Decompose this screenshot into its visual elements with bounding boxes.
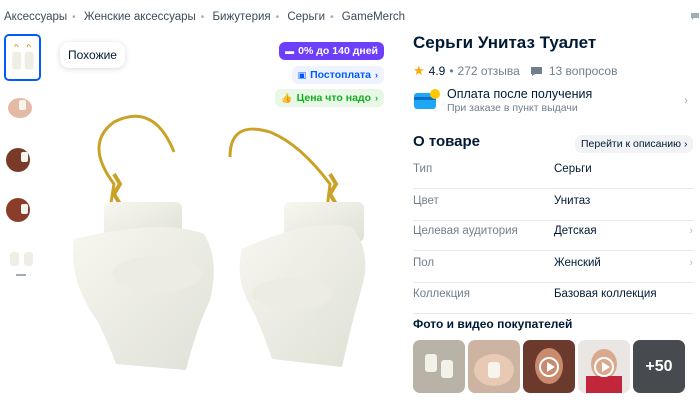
- spec-value: Базовая коллекция: [554, 288, 657, 300]
- similar-button[interactable]: Похожие: [60, 42, 125, 68]
- go-to-description-label: Перейти к описанию: [581, 138, 682, 150]
- installment-badge[interactable]: ▬ 0% до 140 дней: [279, 42, 384, 60]
- customer-video[interactable]: [578, 340, 630, 393]
- thumbnail-2[interactable]: [4, 84, 41, 131]
- payment-subtitle: При заказе в пункт выдачи: [447, 102, 578, 114]
- star-icon: ★: [413, 63, 425, 78]
- chevron-right-icon: ›: [689, 257, 693, 269]
- thumbnail-list: [4, 34, 42, 284]
- about-heading: О товаре: [413, 133, 481, 150]
- customer-photo[interactable]: [468, 340, 520, 393]
- customer-video[interactable]: [523, 340, 575, 393]
- good-price-badge[interactable]: 👍 Цена что надо ›: [275, 89, 384, 107]
- chevron-right-icon: ›: [683, 138, 688, 150]
- rating-separator: •: [449, 64, 454, 78]
- breadcrumb-item[interactable]: GameMerch: [342, 11, 405, 23]
- spec-row-collection: Коллекция Базовая коллекция: [413, 282, 693, 314]
- thumbnail-3[interactable]: [4, 134, 41, 181]
- breadcrumb-item[interactable]: Женские аксессуары: [84, 11, 196, 23]
- chevron-right-icon: ›: [375, 93, 378, 103]
- reviews-link[interactable]: 272 отзыва: [458, 64, 520, 78]
- breadcrumb-item[interactable]: Бижутерия: [213, 11, 271, 23]
- breadcrumb-separator: •: [200, 12, 205, 23]
- chevron-right-icon: ›: [684, 93, 688, 107]
- more-count: +50: [633, 340, 685, 393]
- breadcrumb-separator: •: [72, 12, 76, 23]
- thumbnail-1[interactable]: [4, 34, 41, 81]
- spec-row-audience[interactable]: Целевая аудитория Детская ›: [413, 219, 693, 251]
- spec-key: Тип: [413, 163, 433, 175]
- payment-title: Оплата после получения: [447, 87, 593, 101]
- postpay-badge[interactable]: ▣ Постоплата ›: [291, 66, 384, 84]
- good-price-label: Цена что надо: [296, 92, 371, 104]
- rating-row: ★ 4.9 • 272 отзыва 13 вопросов: [413, 63, 617, 79]
- questions-icon: [530, 66, 542, 76]
- customer-photos-more[interactable]: +50: [633, 340, 685, 393]
- spec-key: Коллекция: [413, 288, 470, 300]
- installment-label: 0% до 140 дней: [298, 45, 378, 57]
- postpay-label: Постоплата: [310, 69, 371, 81]
- breadcrumb-separator: •: [330, 12, 334, 23]
- payment-card-icon: [414, 89, 440, 109]
- spec-key: Пол: [413, 257, 435, 269]
- chevron-right-icon: ›: [689, 225, 693, 237]
- questions-link[interactable]: 13 вопросов: [549, 64, 618, 78]
- customer-photos: +50: [413, 340, 688, 393]
- customer-photo[interactable]: [413, 340, 465, 393]
- go-to-description-button[interactable]: Перейти к описанию ›: [575, 135, 694, 153]
- card-icon: ▣: [297, 69, 307, 80]
- spec-row-color: Цвет Унитаз: [413, 189, 693, 221]
- spec-row-type: Тип Серьги: [413, 157, 693, 189]
- breadcrumb-item[interactable]: Аксессуары: [4, 11, 67, 23]
- customer-photos-heading: Фото и видео покупателей: [413, 317, 573, 331]
- thumbnail-4[interactable]: [4, 184, 41, 231]
- thumbnail-5[interactable]: [4, 234, 41, 281]
- spec-value: Серьги: [554, 163, 592, 175]
- thumbs-up-icon: 👍: [281, 92, 293, 103]
- wallet-icon: ▬: [285, 46, 295, 56]
- breadcrumb-separator: •: [275, 12, 280, 23]
- play-icon: [539, 356, 559, 377]
- rating-value[interactable]: 4.9: [429, 64, 446, 78]
- spec-row-gender[interactable]: Пол Женский ›: [413, 251, 693, 283]
- chevron-right-icon: ›: [375, 70, 378, 80]
- payment-after-delivery[interactable]: Оплата после получения При заказе в пунк…: [413, 86, 700, 116]
- chat-bubble-icon[interactable]: [690, 12, 700, 21]
- spec-key: Целевая аудитория: [413, 225, 518, 237]
- breadcrumb: Аксессуары • Женские аксессуары • Бижутери…: [4, 11, 405, 23]
- breadcrumb-item[interactable]: Серьги: [287, 11, 325, 23]
- product-title: Серьги Унитаз Туалет: [413, 33, 597, 52]
- spec-value: Женский: [554, 257, 601, 269]
- play-icon: [594, 356, 614, 377]
- spec-key: Цвет: [413, 195, 439, 207]
- spec-value: Детская: [554, 225, 597, 237]
- spec-value: Унитаз: [554, 195, 591, 207]
